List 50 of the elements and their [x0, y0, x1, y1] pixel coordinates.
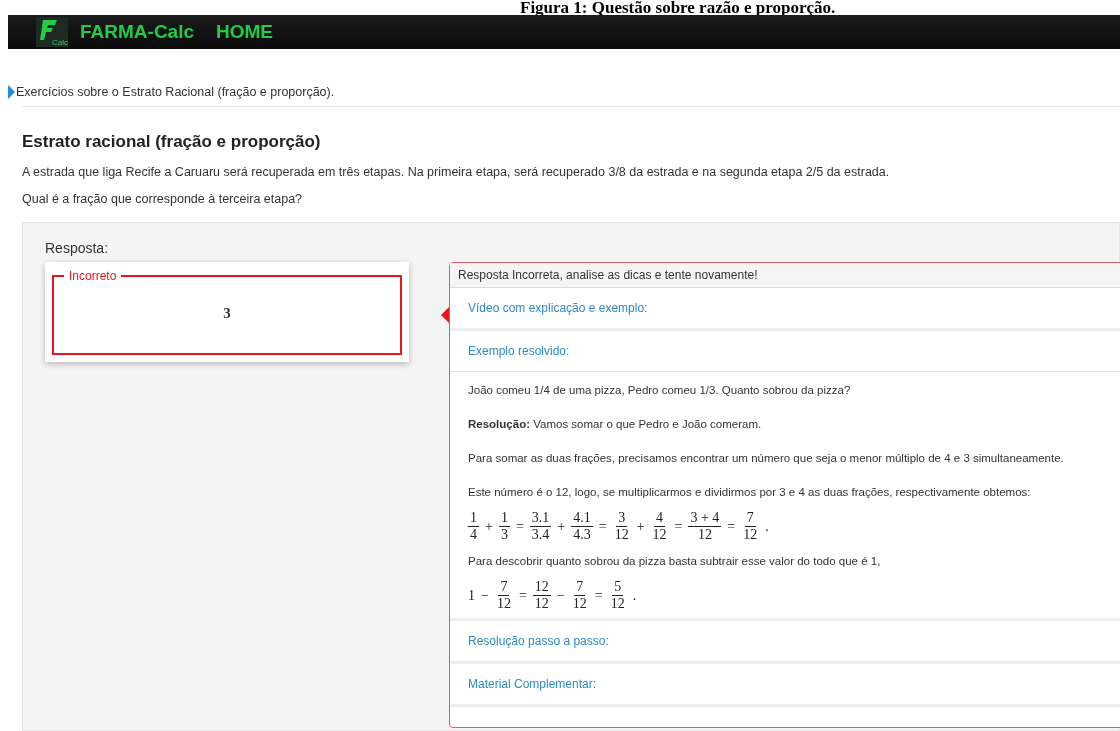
arrow-icon [8, 85, 15, 99]
hint-link[interactable]: Resolução passo a passo: [450, 621, 1120, 662]
breadcrumb: Exercícios sobre o Estrato Racional (fração e proporção). [16, 85, 335, 99]
math-symbol: = [518, 587, 527, 604]
example-text: Este número é o 12, logo, se multiplicarmos e dividirmos por 3 e 4 as duas frações, respectivamente obtemos: [468, 486, 1032, 498]
answer-value: 3 [223, 304, 231, 322]
hint-link[interactable]: Vídeo com explicação e exemplo: [450, 288, 1120, 328]
fraction: 4.1 4.3 [571, 510, 593, 544]
math-symbol: + [485, 518, 493, 535]
fraction: 7 12 [571, 579, 588, 613]
figure-caption: Figura 1: Questão sobre razão e proporção. [519, 0, 837, 15]
fraction: 5 12 [609, 579, 626, 613]
math-symbol: . [765, 518, 769, 535]
fraction: 3.1 3.4 [529, 510, 552, 544]
math-symbol: + [557, 518, 566, 535]
brand-name: FARMA-Calc [80, 21, 194, 43]
answer-field[interactable]: Incorreto 3 [52, 269, 402, 355]
status-label: Incorreto [68, 269, 118, 283]
math-symbol: + [636, 518, 645, 535]
fraction: 1 4 [468, 510, 479, 544]
hint-link[interactable]: Material Complementar: [450, 664, 1120, 705]
question-text: A estrada que liga Recife a Caruaru será recuperada em três etapas. Na primeira etapa, será recuperado 3/8 da estrada e na segunda etapa 2/5 da estrada. [22, 165, 891, 179]
example-text: Para somar as duas frações, precisamos encontrar um número que seja o menor múltiplo de 4 e 3 simultaneamente. [468, 452, 1065, 464]
math-symbol: = [515, 518, 524, 535]
fraction: 1 3 [498, 510, 510, 544]
fraction: 7 12 [742, 510, 759, 544]
math-symbol: = [727, 518, 736, 535]
math-symbol: = [674, 518, 683, 535]
math-symbol: − [481, 587, 489, 604]
example-text: Para descobrir quanto sobrou da pizza basta subtrair esse valor do todo que é 1, [468, 555, 882, 568]
math-symbol: = [598, 518, 607, 535]
math-symbol: − [556, 587, 565, 604]
fraction: 3 12 [613, 510, 630, 544]
home-link[interactable]: HOME [216, 21, 273, 43]
feedback-message: Resposta Incorreta, analise as dicas e tente novamente! [450, 263, 1120, 288]
fraction: 7 12 [495, 579, 512, 613]
exercise-title: Estrato racional (fração e proporção) [22, 132, 322, 152]
example-text: Resolução: Vamos somar o que Pedro e João comeram. [468, 418, 763, 430]
answer-label: Resposta: [45, 240, 110, 256]
pointer-icon [441, 307, 449, 323]
example-text: João comeu 1/4 de uma pizza, Pedro comeu 1/3. Quanto sobrou da pizza? [468, 384, 852, 396]
fraction: 12 12 [532, 579, 551, 613]
fraction: 4 12 [651, 510, 668, 544]
fraction: 3 + 4 12 [688, 510, 722, 544]
logo-caption: Calc [52, 39, 68, 47]
math-symbol: 1 [468, 587, 475, 604]
math-symbol: = [594, 587, 603, 604]
hint-link[interactable]: Exemplo resolvido: [450, 331, 1120, 372]
question-text: Qual é a fração que corresponde à terceira etapa? [22, 192, 304, 206]
math-symbol: . [632, 587, 637, 604]
